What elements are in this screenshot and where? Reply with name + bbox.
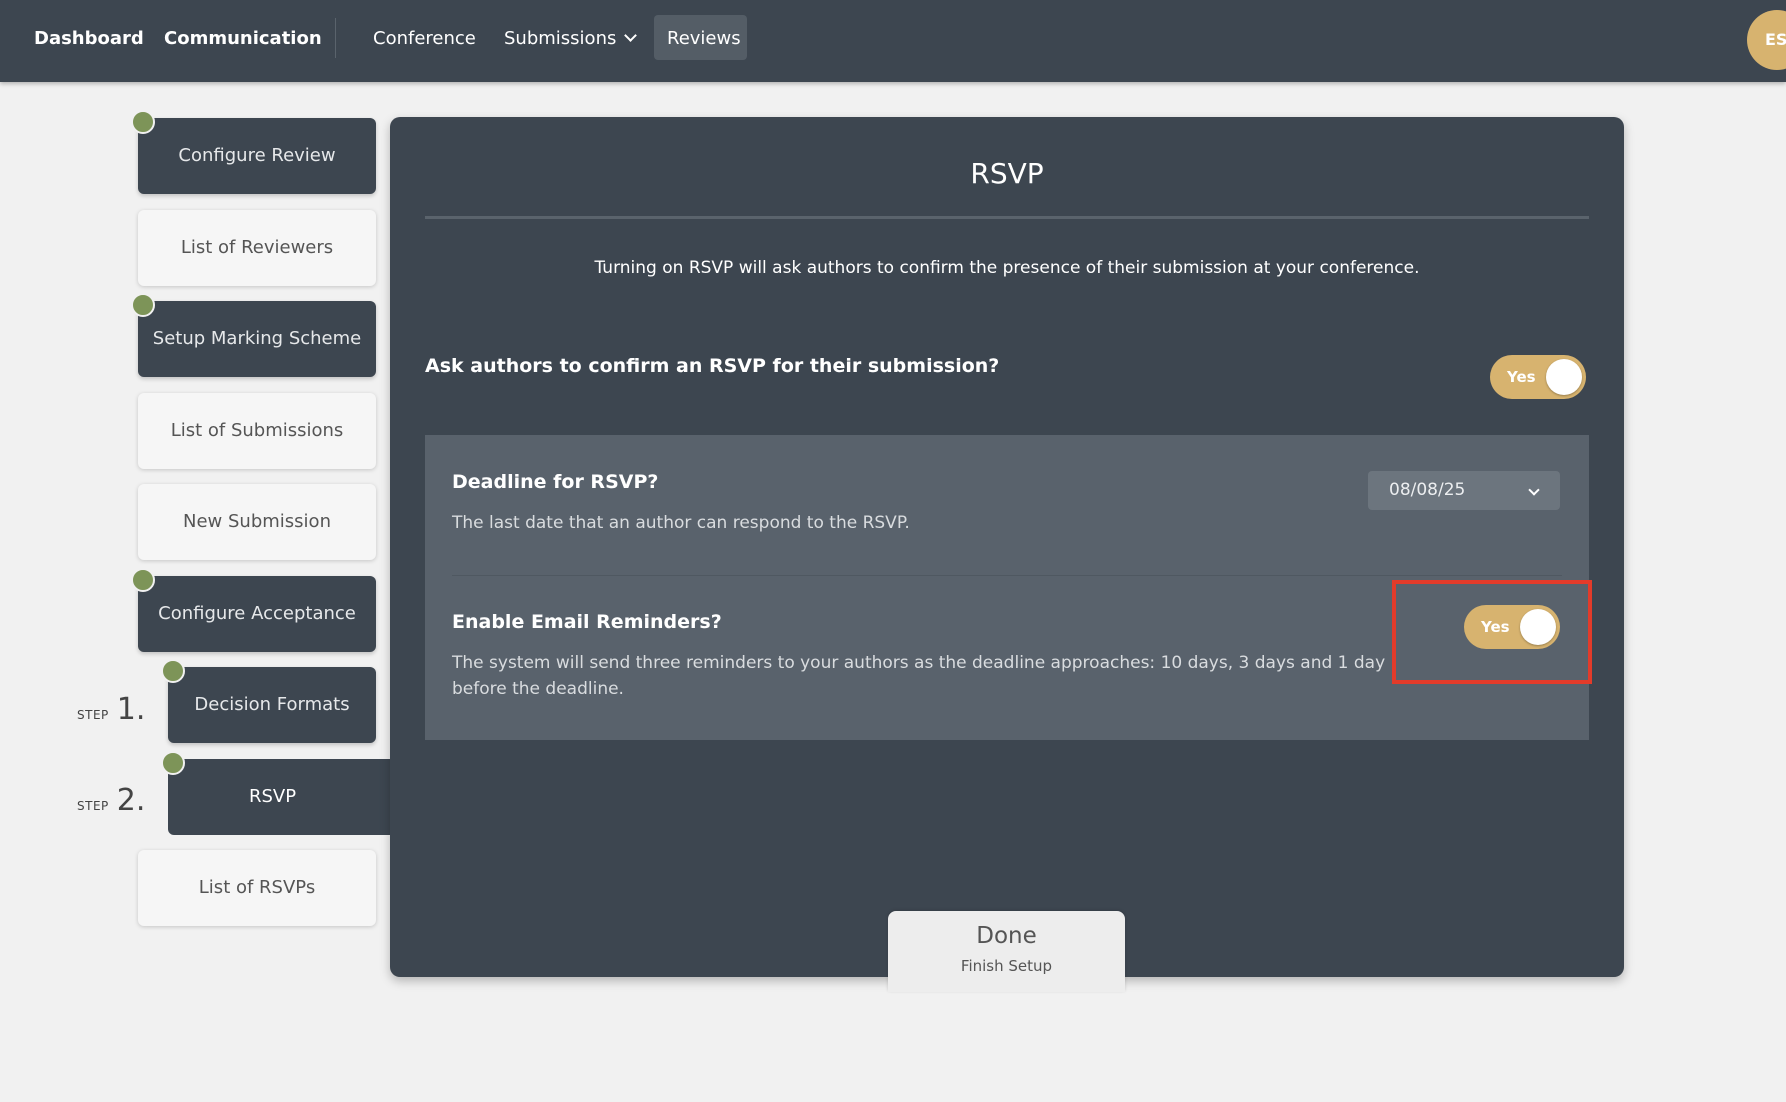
chevron-down-icon — [1528, 484, 1540, 496]
reminders-title: Enable Email Reminders? — [452, 611, 722, 633]
chevron-down-icon — [624, 29, 638, 42]
nav-submissions-label: Submissions — [504, 28, 617, 49]
step-number: 1. — [116, 692, 146, 727]
step-decision-formats[interactable]: Decision Formats — [168, 667, 376, 743]
deadline-value: 08/08/25 — [1389, 480, 1466, 500]
step-complete-dot — [131, 293, 155, 317]
step-word: STEP — [77, 708, 109, 722]
nav-submissions[interactable]: Submissions — [504, 0, 638, 82]
step-1-label: STEP 1. — [77, 692, 145, 727]
rsvp-toggle[interactable]: Yes — [1490, 355, 1586, 399]
settings-divider — [452, 575, 1562, 576]
title-divider — [425, 216, 1589, 219]
panel-intro-text: Turning on RSVP will ask authors to conf… — [594, 258, 1420, 278]
deadline-description: The last date that an author can respond… — [452, 513, 910, 533]
step-rsvp[interactable]: RSVP — [168, 759, 394, 835]
deadline-select[interactable]: 08/08/25 — [1368, 471, 1560, 510]
step-complete-dot — [161, 751, 185, 775]
nav-dashboard[interactable]: Dashboard — [34, 0, 144, 82]
reminders-description: The system will send three reminders to … — [452, 653, 1386, 699]
step-list-of-submissions[interactable]: List of Submissions — [138, 393, 376, 469]
nav-conference[interactable]: Conference — [373, 0, 476, 82]
step-2-label: STEP 2. — [77, 783, 145, 818]
done-subtitle: Finish Setup — [960, 957, 1053, 975]
top-nav: Dashboard Communication Conference Submi… — [0, 0, 1786, 82]
toggle-knob — [1546, 359, 1582, 395]
step-complete-dot — [131, 568, 155, 592]
step-list-of-reviewers[interactable]: List of Reviewers — [138, 210, 376, 286]
done-label: Done — [976, 923, 1037, 949]
step-number: 2. — [116, 783, 146, 818]
nav-reviews[interactable]: Reviews — [667, 0, 741, 82]
rsvp-panel: RSVP Turning on RSVP will ask authors to… — [390, 117, 1624, 977]
done-button[interactable]: Done Finish Setup — [888, 911, 1125, 992]
avatar[interactable]: ES — [1747, 10, 1786, 70]
panel-title: RSVP — [970, 157, 1044, 190]
step-configure-review[interactable]: Configure Review — [138, 118, 376, 194]
nav-separator — [335, 18, 336, 58]
step-list-of-rsvps[interactable]: List of RSVPs — [138, 850, 376, 926]
deadline-title: Deadline for RSVP? — [452, 471, 659, 493]
rsvp-question: Ask authors to confirm an RSVP for their… — [425, 355, 1000, 377]
step-setup-marking-scheme[interactable]: Setup Marking Scheme — [138, 301, 376, 377]
step-configure-acceptance[interactable]: Configure Acceptance — [138, 576, 376, 652]
step-complete-dot — [161, 659, 185, 683]
highlight-box — [1392, 580, 1592, 684]
nav-communication[interactable]: Communication — [164, 0, 322, 82]
step-new-submission[interactable]: New Submission — [138, 484, 376, 560]
step-complete-dot — [131, 110, 155, 134]
toggle-label: Yes — [1507, 368, 1536, 386]
step-word: STEP — [77, 799, 109, 813]
